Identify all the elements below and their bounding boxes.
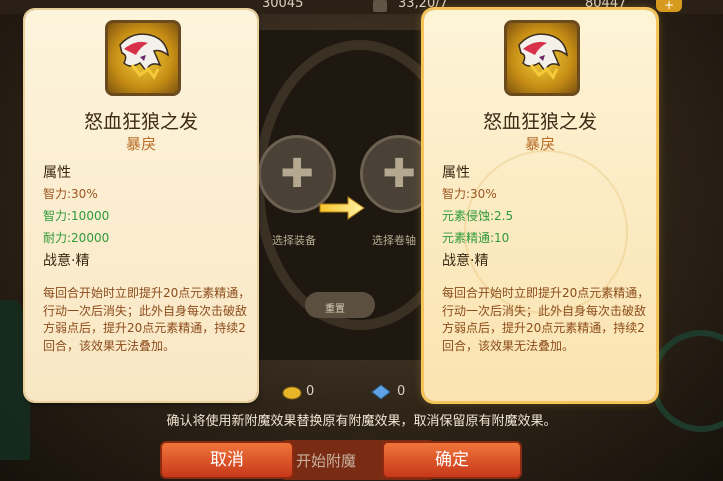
gold-stone-icon — [282, 386, 302, 400]
base-attribute: 智力:30% — [442, 187, 497, 201]
reset-button-label: 重置 — [325, 304, 345, 315]
attributes-heading: 属性 — [442, 165, 470, 181]
scroll-slot-label: 选择卷轴 — [372, 234, 416, 247]
new-enchant-card: 怒血狂狼之发 暴戾 属性 智力:30% 元素侵蚀:2.5 元素精通:10 战意·… — [424, 10, 656, 401]
item-quality: 暴戾 — [524, 135, 555, 153]
cancel-button[interactable]: 取消 — [160, 441, 294, 479]
skill-description: 每回合开始时立即提升20点元素精通，行动一次后消失；此外自身每次击破敌方弱点后，… — [442, 286, 650, 353]
coin-icon — [373, 0, 387, 12]
item-quality: 暴戾 — [125, 135, 156, 153]
base-attribute: 智力:30% — [43, 187, 98, 201]
enchant-attribute: 元素侵蚀:2.5 — [442, 209, 514, 223]
equipment-slot-label: 选择装备 — [272, 234, 316, 247]
gold-stone-count: 0 — [306, 384, 315, 399]
skill-heading: 战意·精 — [43, 253, 90, 269]
item-name: 怒血狂狼之发 — [482, 111, 597, 133]
start-enchant-label: 开始附魔 — [296, 452, 357, 470]
plus-icon: ✚ — [280, 151, 314, 197]
confirm-notice: 确认将使用新附魔效果替换原有附魔效果，取消保留原有附魔效果。 — [166, 414, 557, 429]
wolf-head-icon — [119, 33, 169, 80]
original-enchant-card: 怒血狂狼之发 暴戾 属性 智力:30% 智力:10000 耐力:20000 战意… — [25, 10, 257, 401]
enchant-attribute: 智力:10000 — [43, 209, 110, 223]
skill-description: 每回合开始时立即提升20点元素精通，行动一次后消失；此外自身每次击破敌方弱点后，… — [43, 286, 251, 353]
attributes-heading: 属性 — [43, 165, 71, 181]
blue-crystal-icon — [371, 384, 391, 400]
blue-crystal-count: 0 — [397, 384, 406, 399]
skill-heading: 战意·精 — [442, 253, 489, 269]
arrow-right-icon — [319, 196, 365, 220]
enchant-attribute: 元素精通:10 — [442, 231, 510, 245]
add-resource-button[interactable]: + — [656, 0, 682, 12]
item-icon — [504, 20, 580, 96]
resource-amount-1: 30045 — [262, 0, 304, 11]
item-name: 怒血狂狼之发 — [83, 111, 198, 133]
item-icon — [105, 20, 181, 96]
confirm-button[interactable]: 确定 — [382, 441, 522, 479]
wolf-head-icon — [518, 33, 568, 80]
enchant-attribute: 耐力:20000 — [43, 231, 110, 245]
